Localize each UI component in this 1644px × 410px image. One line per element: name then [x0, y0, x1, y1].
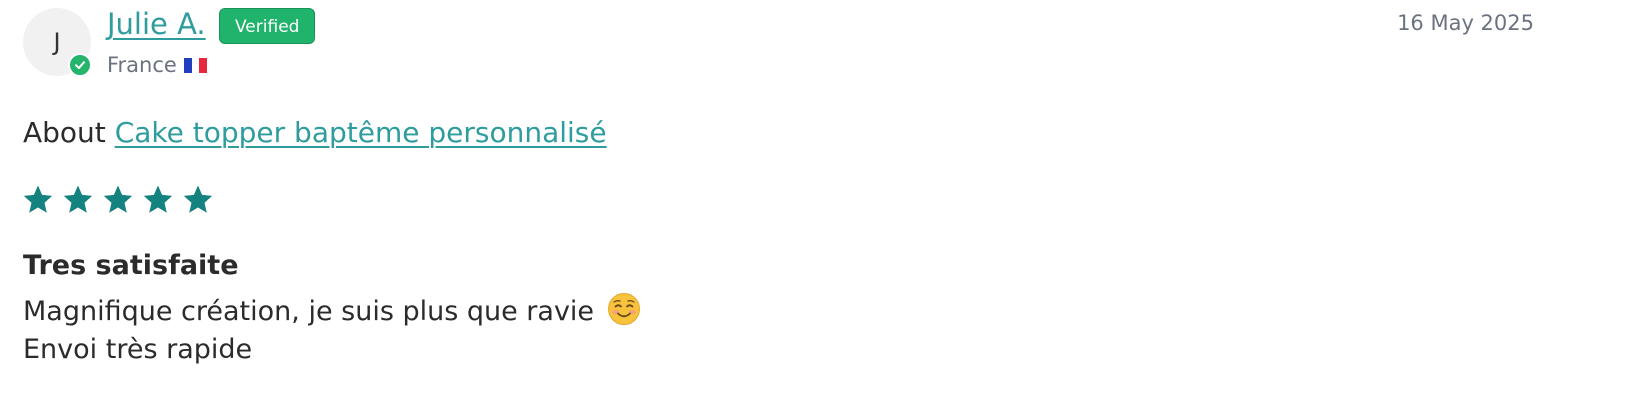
- star-icon: [103, 185, 133, 213]
- star-icon: [183, 185, 213, 213]
- about-line: About Cake topper baptême personnalisé: [23, 112, 607, 154]
- review-line-text: Magnifique création, je suis plus que ra…: [23, 296, 595, 327]
- review-date: 16 May 2025: [1397, 11, 1534, 35]
- reviewer-name-link[interactable]: Julie A.: [107, 4, 206, 44]
- country-label: France: [107, 53, 177, 77]
- review-body: Magnifique création, je suis plus que ra…: [23, 292, 641, 369]
- review-title: Tres satisfaite: [23, 250, 239, 281]
- review-card: J Julie A. Verified France 16 May 2025 A…: [0, 0, 1644, 410]
- star-icon: [63, 185, 93, 213]
- product-link[interactable]: Cake topper baptême personnalisé: [115, 116, 607, 149]
- star-rating: [21, 183, 221, 217]
- avatar-initial: J: [53, 28, 61, 56]
- france-flag-icon: [183, 57, 207, 73]
- reviewer-country: France: [107, 50, 207, 80]
- about-prefix: About: [23, 116, 106, 149]
- verified-badge: Verified: [219, 8, 316, 44]
- review-line: Envoi très rapide: [23, 334, 253, 365]
- review-line: Magnifique création, je suis plus que ra…: [23, 292, 641, 331]
- star-icon: [23, 185, 53, 213]
- star-icon: [143, 185, 173, 213]
- verified-check-icon: [68, 53, 92, 77]
- smiling-face-icon: [607, 293, 640, 325]
